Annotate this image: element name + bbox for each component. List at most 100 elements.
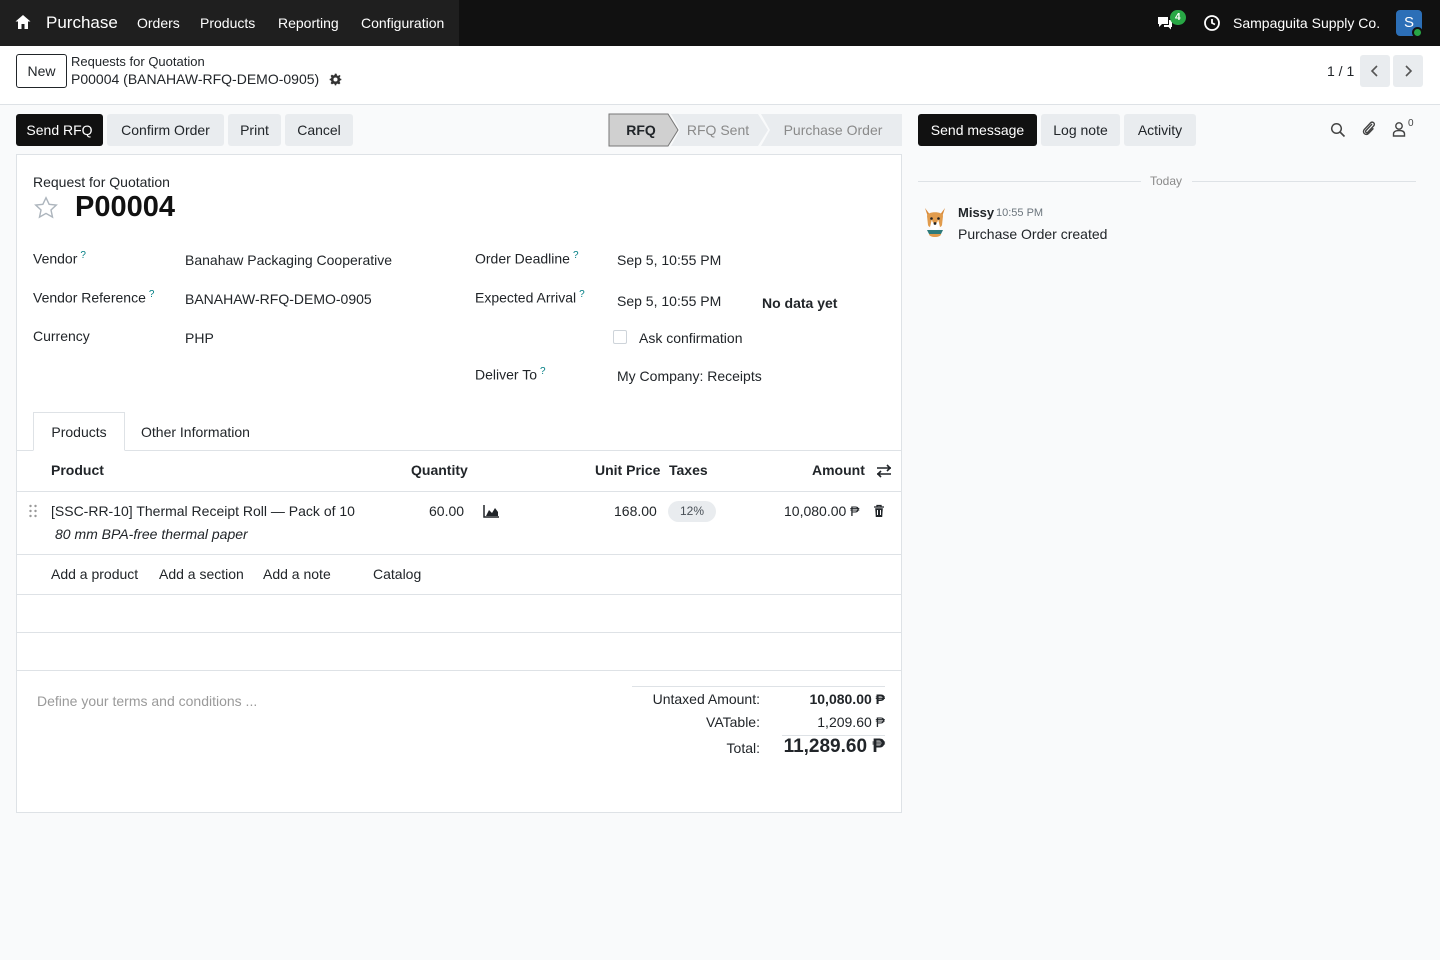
expected-arrival-label: Expected Arrival?	[475, 289, 585, 306]
add-section-link[interactable]: Add a section	[159, 566, 244, 582]
vendor-label: Vendor?	[33, 250, 86, 267]
vendor-field[interactable]: Banahaw Packaging Cooperative	[185, 252, 392, 268]
column-product[interactable]: Product	[51, 462, 104, 478]
menu-reporting[interactable]: Reporting	[278, 0, 339, 46]
send-rfq-button[interactable]: Send RFQ	[16, 114, 103, 146]
vendor-help-icon[interactable]: ?	[80, 250, 86, 261]
app-name[interactable]: Purchase	[46, 0, 118, 46]
message-time: 10:55 PM	[996, 207, 1044, 219]
line-description[interactable]: 80 mm BPA-free thermal paper	[55, 526, 248, 542]
document-type-label: Request for Quotation	[33, 174, 170, 190]
company-switcher[interactable]: Sampaguita Supply Co.	[1233, 0, 1380, 46]
line-amount: 10,080.00 ₱	[784, 503, 860, 519]
vendor-reference-field[interactable]: BANAHAW-RFQ-DEMO-0905	[185, 291, 372, 307]
optional-columns-icon[interactable]	[876, 464, 892, 478]
vendor-reference-label: Vendor Reference?	[33, 289, 154, 306]
date-separator: Today	[1150, 174, 1183, 188]
gear-icon[interactable]	[329, 73, 342, 86]
untaxed-amount-value: 10,080.00 ₱	[809, 691, 885, 707]
catalog-link[interactable]: Catalog	[373, 566, 421, 582]
followers-icon[interactable]	[1392, 121, 1406, 137]
breadcrumb-current-label: P00004 (BANAHAW-RFQ-DEMO-0905)	[71, 71, 320, 87]
empty-row-divider-1	[17, 632, 901, 633]
line-unit-price[interactable]: 168.00	[614, 503, 657, 519]
new-button[interactable]: New	[16, 54, 67, 88]
author-avatar	[920, 206, 950, 240]
stage-rfq-sent[interactable]: RFQ Sent	[676, 114, 760, 146]
stage-purchase-order[interactable]: Purchase Order	[770, 114, 896, 146]
cancel-button[interactable]: Cancel	[285, 114, 353, 146]
vendor-reference-help-icon[interactable]: ?	[149, 289, 155, 300]
breadcrumb-current: P00004 (BANAHAW-RFQ-DEMO-0905)	[71, 71, 342, 87]
order-deadline-label-text: Order Deadline	[475, 250, 570, 267]
expected-arrival-status: No data yet	[762, 295, 838, 311]
chevron-left-icon	[1369, 63, 1381, 79]
message-author[interactable]: Missy	[958, 205, 994, 220]
top-navbar: Purchase Orders Products Reporting Confi…	[0, 0, 1440, 46]
document-name: P00004	[75, 191, 175, 223]
ask-confirmation-label[interactable]: Ask confirmation	[639, 330, 742, 346]
vendor-reference-label-text: Vendor Reference	[33, 289, 146, 306]
pager-value[interactable]: 1 / 1	[1327, 63, 1354, 79]
expected-arrival-help-icon[interactable]: ?	[579, 289, 585, 300]
followers-count: 0	[1408, 118, 1414, 129]
activity-button[interactable]: Activity	[1124, 114, 1196, 146]
total-value: 11,289.60 ₱	[783, 736, 885, 757]
line-product[interactable]: [SSC-RR-10] Thermal Receipt Roll — Pack …	[51, 503, 355, 519]
vatable-value: 1,209.60 ₱	[817, 714, 885, 730]
column-unit-price[interactable]: Unit Price	[595, 462, 660, 478]
line-tax-badge[interactable]: 12%	[668, 501, 716, 522]
add-product-link[interactable]: Add a product	[51, 566, 138, 582]
trash-icon[interactable]	[873, 504, 885, 518]
terms-input[interactable]: Define your terms and conditions ...	[37, 693, 257, 709]
deliver-to-label: Deliver To?	[475, 366, 546, 383]
add-note-link[interactable]: Add a note	[263, 566, 331, 582]
date-separator-line-left	[918, 181, 1141, 182]
vendor-label-text: Vendor	[33, 250, 78, 267]
expected-arrival-field[interactable]: Sep 5, 10:55 PM	[617, 293, 721, 309]
paperclip-icon[interactable]	[1361, 120, 1377, 138]
confirm-order-button[interactable]: Confirm Order	[107, 114, 224, 146]
tab-other-information[interactable]: Other Information	[141, 424, 250, 440]
drag-handle-icon[interactable]	[28, 504, 38, 518]
star-icon[interactable]	[33, 195, 59, 221]
home-icon[interactable]	[14, 13, 32, 31]
send-message-button[interactable]: Send message	[918, 114, 1037, 146]
order-deadline-label: Order Deadline?	[475, 250, 579, 267]
print-button[interactable]: Print	[228, 114, 281, 146]
currency-field[interactable]: PHP	[185, 330, 214, 346]
column-taxes[interactable]: Taxes	[669, 462, 708, 478]
order-deadline-help-icon[interactable]: ?	[573, 250, 579, 261]
breadcrumb-parent[interactable]: Requests for Quotation	[71, 54, 205, 69]
menu-orders[interactable]: Orders	[137, 0, 180, 46]
menu-configuration[interactable]: Configuration	[361, 0, 444, 46]
ask-confirmation-checkbox[interactable]	[613, 330, 627, 344]
menu-products[interactable]: Products	[200, 0, 255, 46]
expected-arrival-label-text: Expected Arrival	[475, 289, 577, 306]
date-separator-line-right	[1192, 181, 1416, 182]
chevron-right-icon	[1402, 63, 1414, 79]
user-online-status-icon	[1412, 27, 1423, 38]
column-amount[interactable]: Amount	[812, 462, 865, 478]
empty-row-divider-2	[17, 670, 901, 671]
order-deadline-field[interactable]: Sep 5, 10:55 PM	[617, 252, 721, 268]
currency-label: Currency	[33, 328, 90, 344]
row-divider	[17, 554, 901, 555]
pager-previous-button[interactable]	[1360, 55, 1390, 87]
line-quantity[interactable]: 60.00	[429, 503, 464, 519]
table-row[interactable]	[17, 492, 901, 554]
deliver-to-help-icon[interactable]: ?	[540, 366, 546, 377]
search-icon[interactable]	[1330, 122, 1346, 138]
forecast-chart-icon[interactable]	[483, 504, 500, 518]
stage-rfq[interactable]: RFQ	[612, 114, 670, 146]
column-quantity[interactable]: Quantity	[411, 462, 468, 478]
tab-products[interactable]: Products	[33, 412, 125, 451]
messages-count-badge: 4	[1170, 10, 1186, 25]
pager-next-button[interactable]	[1393, 55, 1423, 87]
deliver-to-label-text: Deliver To	[475, 366, 537, 383]
activity-clock-icon[interactable]	[1203, 14, 1221, 32]
links-divider	[17, 594, 901, 595]
log-note-button[interactable]: Log note	[1041, 114, 1120, 146]
message-body: Purchase Order created	[958, 226, 1108, 242]
deliver-to-field[interactable]: My Company: Receipts	[617, 368, 762, 384]
